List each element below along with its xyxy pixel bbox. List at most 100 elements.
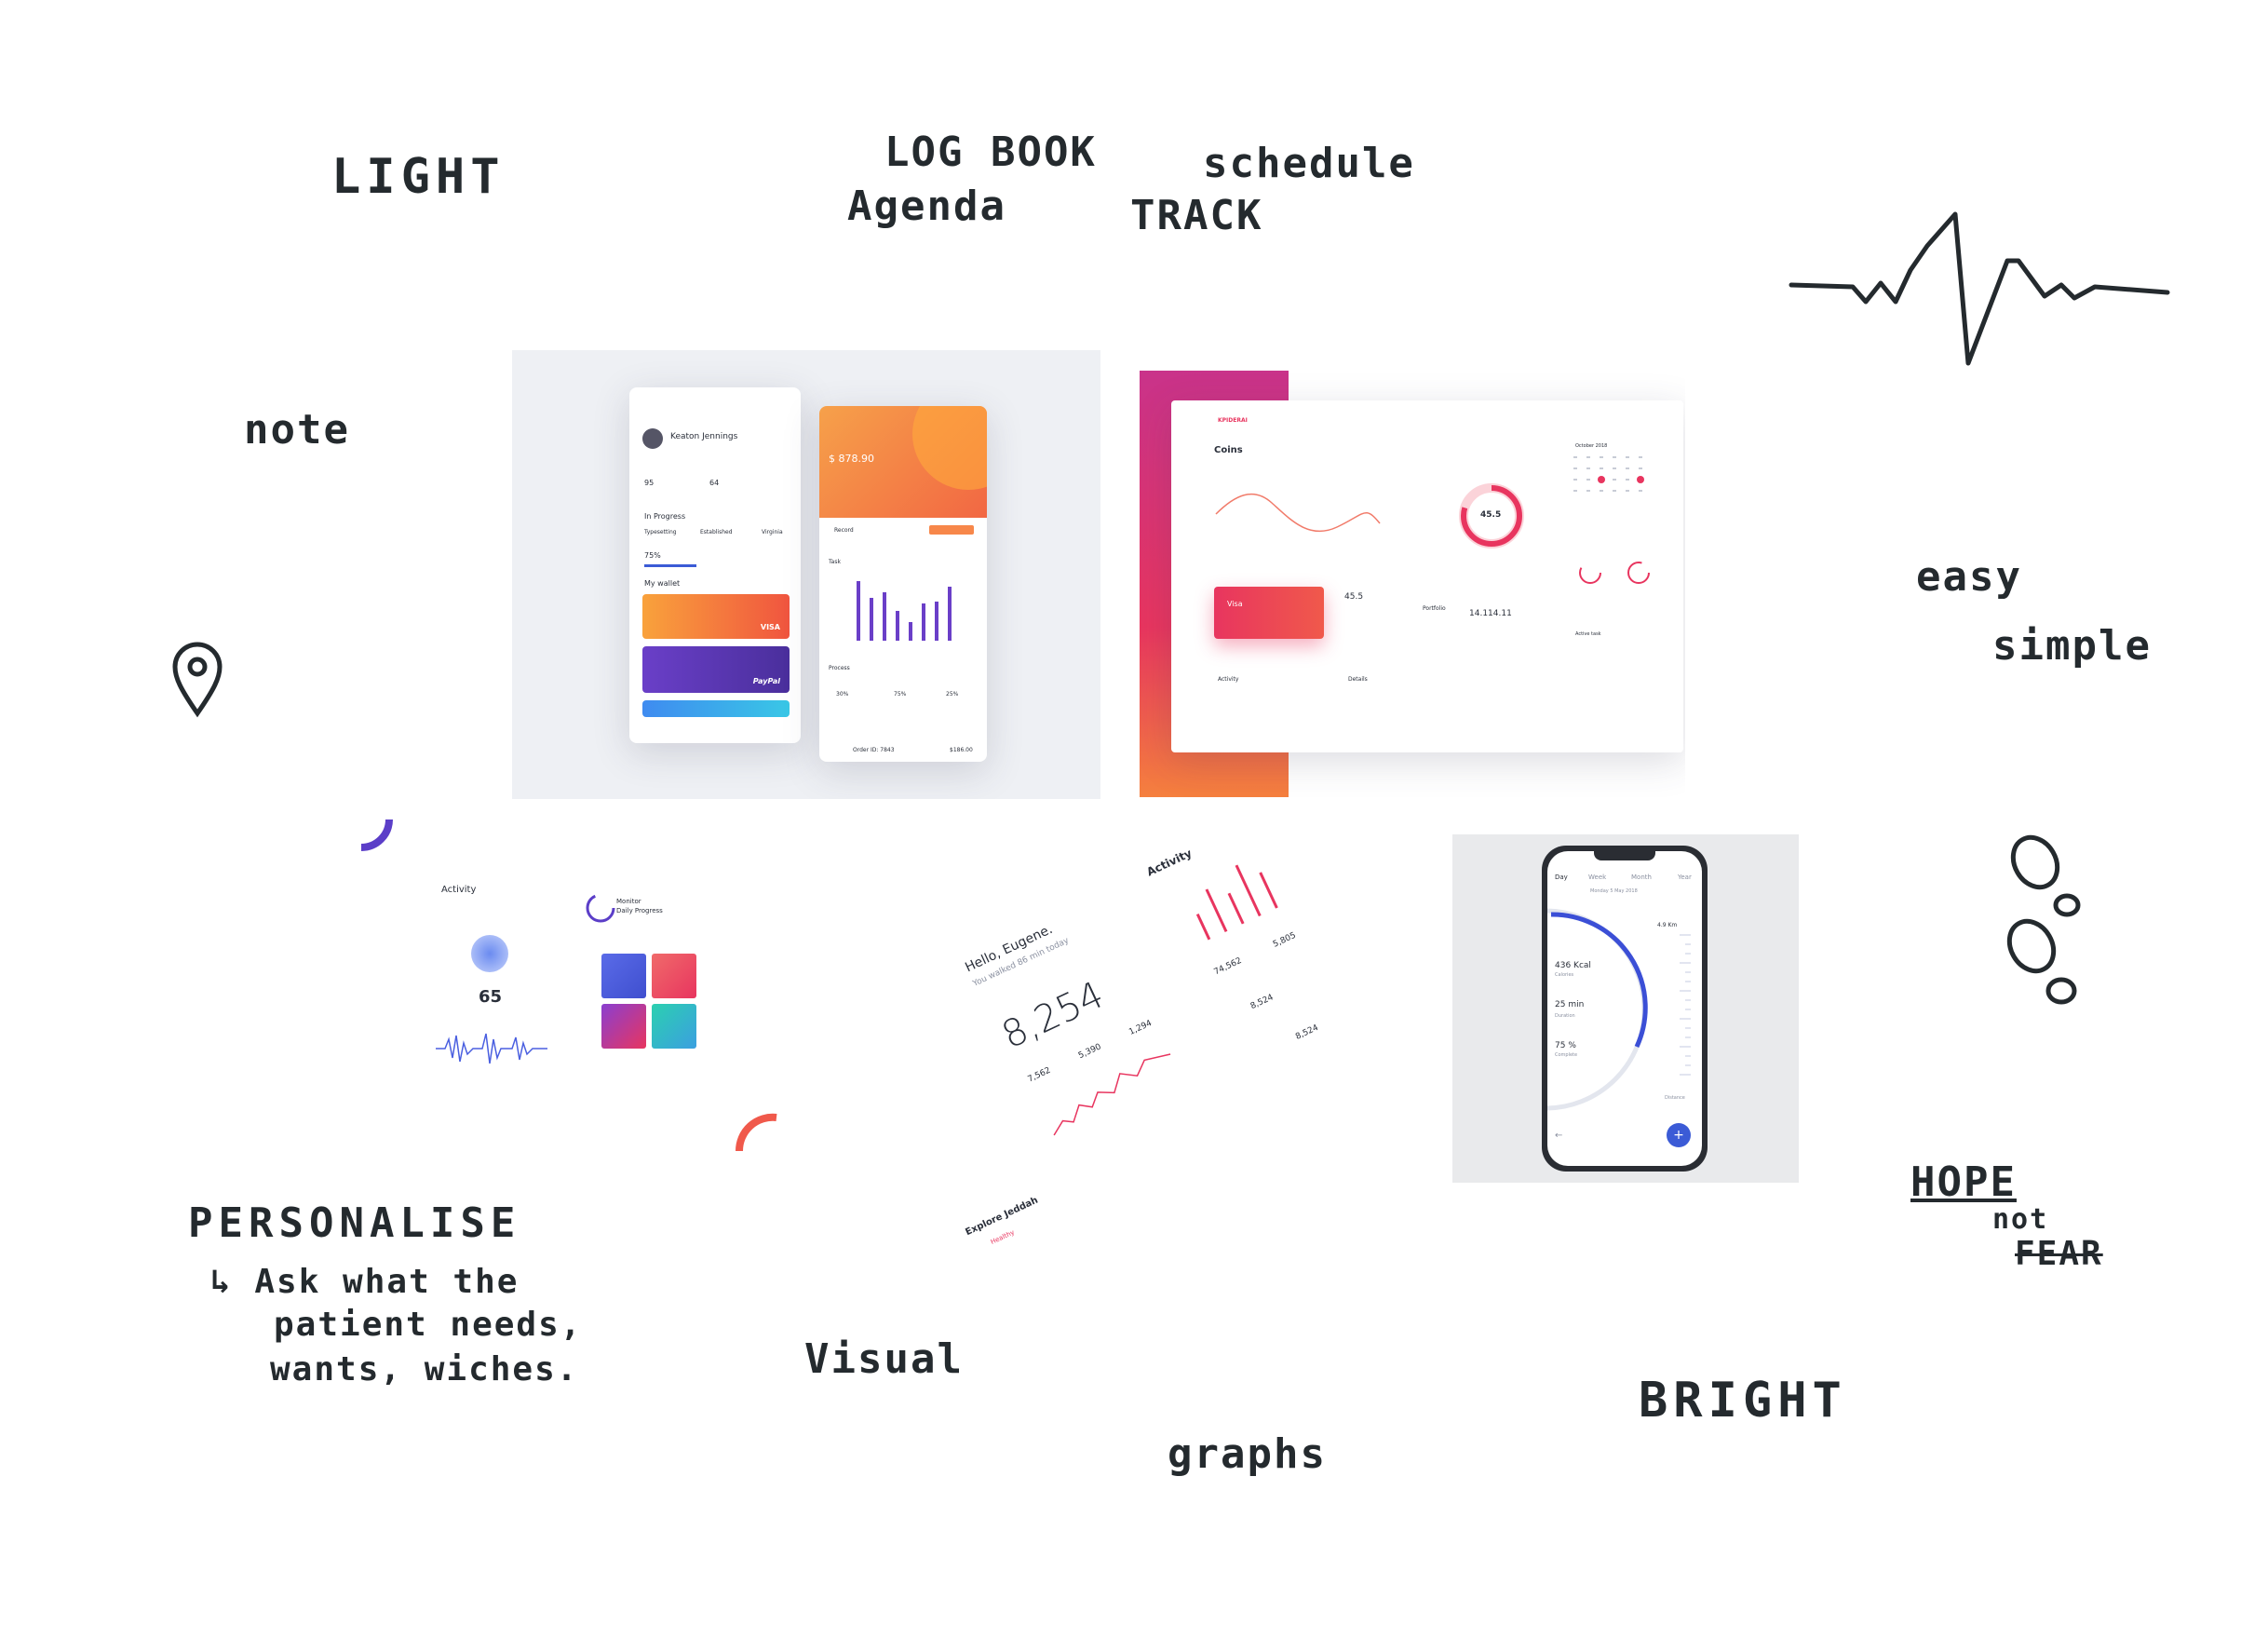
tile-purple[interactable] (601, 1004, 646, 1049)
phone-screen: Day Week Month Year Monday 5 May 2018 4.… (1547, 851, 1702, 1166)
activity-a4: 8,524 (1294, 1023, 1320, 1042)
gauge-value: 45.5 (1480, 510, 1502, 520)
note-ask-line-3: wants, wiches. (270, 1350, 579, 1388)
in-progress-label: In Progress (644, 512, 686, 521)
tag-established: Established (700, 529, 733, 535)
note-note: note (244, 406, 350, 454)
add-fab-button[interactable]: + (1667, 1123, 1691, 1147)
process-label: Process (829, 665, 850, 671)
note-simple: simple (1992, 622, 2152, 670)
tag-typesetting: Typesetting (644, 529, 677, 535)
record-label: Record (834, 527, 854, 534)
activity-a3: 8,524 (1249, 993, 1276, 1012)
big-amount: 14.114.11 (1469, 609, 1512, 618)
tab-month[interactable]: Month (1631, 874, 1652, 881)
paypal-label: PayPal (752, 677, 780, 685)
wallet-balance-card: $ 878.90 Record Task Process 30% 75% 25%… (819, 406, 987, 762)
duration-label: Duration (1555, 1013, 1575, 1019)
heart-waveform (436, 1033, 547, 1064)
steps-rotated-panel: Hello, Eugene. You walked 86 min today 8… (799, 820, 1423, 1248)
avatar (642, 428, 663, 449)
steps-v1: 7,562 (1026, 1065, 1053, 1085)
steps-v2: 5,390 (1076, 1042, 1103, 1062)
process-75: 75% (894, 691, 907, 698)
note-visual: Visual (804, 1335, 964, 1383)
duration-value: 25 min (1555, 1000, 1585, 1009)
coins-line-chart (1215, 493, 1381, 533)
dashboard-visa-label: Visa (1227, 600, 1243, 608)
steps-app-screenshot: Hello, Eugene. You walked 86 min today 8… (799, 820, 1423, 1248)
tab-week[interactable]: Week (1588, 874, 1606, 881)
balance-amount: $ 878.90 (829, 453, 874, 465)
tile-blue[interactable] (601, 954, 646, 998)
activity-app-screenshot: Activity 65 Monitor Daily Progress (358, 814, 782, 1158)
decor-arc-purple (360, 819, 393, 851)
paypal-card[interactable]: PayPal (642, 646, 790, 693)
distance-ruler (1680, 934, 1691, 1076)
monitor-label: Monitor (616, 898, 641, 905)
details-label: Details (1348, 676, 1368, 683)
note-agenda: Agenda (847, 183, 1006, 230)
explore-title: Explore Jeddah (964, 1195, 1040, 1239)
small-value: 45.5 (1344, 592, 1364, 602)
record-button[interactable] (929, 525, 974, 535)
note-bright: BRIGHT (1639, 1373, 1847, 1429)
phone-date: Monday 5 May 2018 (1590, 888, 1638, 894)
dashboard-screenshot: KPIDERAI Coins 45.5 Visa 45.5 14.114.11 … (1140, 371, 1685, 797)
my-wallet-label: My wallet (644, 579, 681, 588)
back-arrow-icon[interactable]: ← (1555, 1131, 1562, 1141)
balance-header: $ 878.90 (819, 406, 987, 518)
tab-year[interactable]: Year (1678, 874, 1692, 881)
footprints-icon (2006, 834, 2081, 1005)
order-price: $186.00 (950, 747, 973, 753)
steps-v3: 1,294 (1127, 1018, 1154, 1037)
calendar-month: October 2018 (1575, 443, 1608, 449)
visa-card[interactable]: VISA (642, 594, 790, 639)
task-bar-chart (857, 581, 952, 641)
progress-percent: 75% (644, 551, 661, 560)
note-schedule: schedule (1203, 140, 1415, 187)
dashboard-window: KPIDERAI Coins 45.5 Visa 45.5 14.114.11 … (1171, 400, 1683, 752)
note-ask-line-1: ↳ Ask what the (210, 1263, 520, 1301)
healthy-tab[interactable]: Healthy (990, 1228, 1016, 1246)
phone-frame: Day Week Month Year Monday 5 May 2018 4.… (1542, 846, 1708, 1172)
tile-red[interactable] (652, 954, 696, 998)
order-id: Order ID: 7843 (853, 747, 895, 753)
note-not: not (1992, 1203, 2049, 1236)
distance-label: Distance (1665, 1095, 1685, 1101)
dashboard-visa-card[interactable]: Visa (1214, 587, 1324, 639)
user-name: Keaton Jennings (670, 432, 738, 441)
progress-arc (586, 893, 615, 923)
complete-value: 75 % (1555, 1041, 1576, 1050)
activity-label: Activity (1218, 676, 1239, 683)
note-easy: easy (1916, 553, 2022, 601)
complete-label: Complete (1555, 1052, 1578, 1058)
mini-rings (1579, 562, 1650, 584)
process-25: 25% (946, 691, 959, 698)
process-30: 30% (836, 691, 849, 698)
portfolio-label: Portfolio (1423, 605, 1446, 612)
tile-teal[interactable] (652, 1004, 696, 1049)
note-ask-line-2: patient needs, (274, 1306, 583, 1344)
wallet-profile-card: Keaton Jennings 95 64 In Progress Typese… (629, 387, 801, 743)
phone-screenshot: Day Week Month Year Monday 5 May 2018 4.… (1452, 834, 1799, 1183)
kcal-label: Calories (1555, 972, 1574, 978)
calendar-grid (1573, 456, 1644, 492)
task-label: Task (829, 559, 841, 565)
wallet-app-screenshot: Keaton Jennings 95 64 In Progress Typese… (512, 350, 1100, 799)
dashboard-brand: KPIDERAI (1218, 417, 1248, 424)
steps-activity-title: Activity (1144, 846, 1195, 879)
note-graphs: graphs (1168, 1430, 1327, 1478)
tab-day[interactable]: Day (1555, 874, 1568, 881)
heart-value: 65 (479, 987, 503, 1007)
stat-b: 64 (709, 479, 720, 487)
visa-label: VISA (760, 623, 780, 631)
steps-line-chart (1053, 1053, 1171, 1136)
decor-arc-red (735, 1113, 777, 1152)
tag-virginia: Virginia (762, 529, 783, 535)
third-card[interactable] (642, 700, 790, 717)
location-pin-icon (172, 642, 223, 718)
activity-title: Activity (441, 885, 477, 895)
heartbeat-doodle (1789, 211, 2170, 366)
daily-progress-label: Daily Progress (616, 907, 663, 914)
